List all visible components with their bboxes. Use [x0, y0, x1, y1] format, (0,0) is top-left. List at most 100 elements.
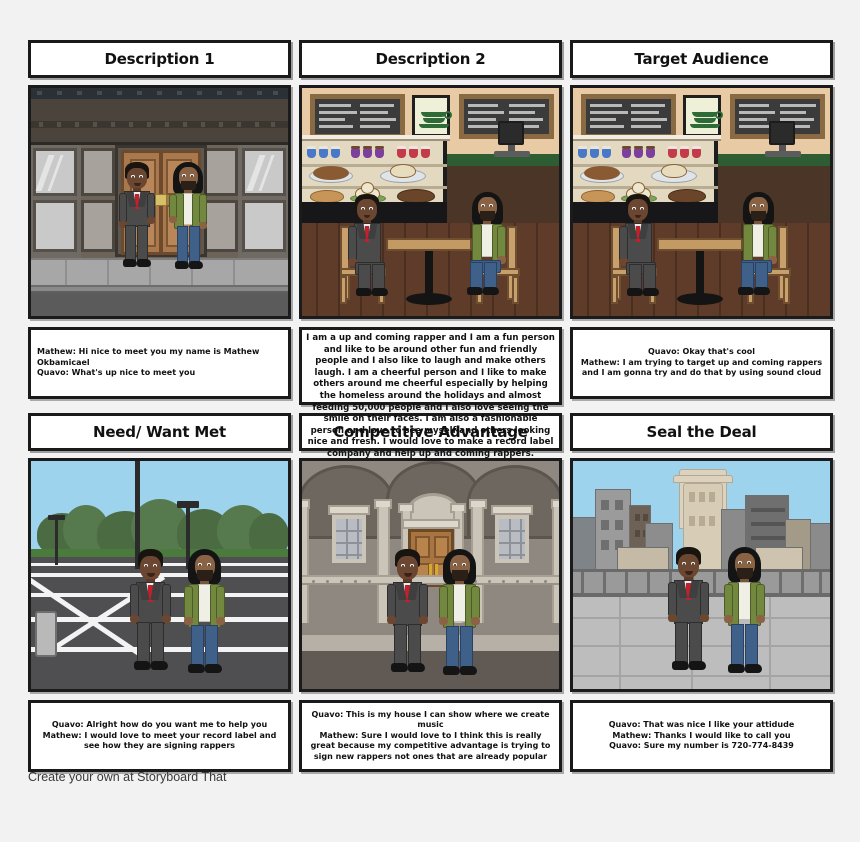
- cupcake-1: [307, 149, 316, 158]
- storefront-awning: [31, 88, 288, 99]
- storyboard-grid: Description 1 Mathew: Hi nice to meet yo…: [28, 40, 834, 780]
- cafe-table-top: [386, 238, 472, 251]
- storefront-panel-right-lower: [204, 200, 238, 252]
- panel-caption-5-text: Quavo: This is my house I can show where…: [310, 709, 551, 761]
- panel-caption-2[interactable]: I am a up and coming rapper and I am a f…: [299, 327, 562, 459]
- storyboard-cell-2[interactable]: Description 2 I am a up and coming rappe…: [299, 40, 562, 459]
- panel-title-3[interactable]: Target Audience: [570, 40, 833, 78]
- storefront-facade: [31, 99, 288, 145]
- storefront-window-left-lower: [33, 200, 77, 252]
- cafe-register-screen[interactable]: [769, 121, 795, 145]
- storyboard-row-2: Need/ Want Met Quavo: Alright how do you…: [28, 413, 834, 772]
- panel-artwork-3[interactable]: [570, 85, 833, 319]
- window-hood-left: [328, 505, 370, 515]
- cupcake-9: [421, 149, 430, 158]
- column-6: [552, 507, 559, 623]
- panel-artwork-4[interactable]: [28, 458, 291, 692]
- cupcake-3: [331, 149, 340, 158]
- cafe-table-base: [406, 293, 452, 305]
- character-quavo-panel2[interactable]: [466, 192, 514, 298]
- building-window-right: [495, 515, 529, 563]
- character-quavo-panel5[interactable]: [438, 549, 482, 675]
- panel-caption-4-text: Quavo: Alright how do you want me to hel…: [42, 720, 277, 751]
- panel-artwork-5[interactable]: [299, 458, 562, 692]
- cafe-register-base: [765, 151, 801, 157]
- panel-title-6[interactable]: Seal the Deal: [570, 413, 833, 451]
- panel-artwork-1[interactable]: [28, 85, 291, 319]
- bread-loaf-2: [668, 189, 706, 203]
- storefront-window-right-lower: [242, 200, 286, 252]
- cupcake-5: [634, 149, 643, 158]
- character-quavo-panel4[interactable]: [183, 549, 227, 673]
- panel-caption-2-text: I am a up and coming rapper and I am a f…: [306, 333, 555, 459]
- cafe-table-base: [677, 293, 723, 305]
- cafe-register-screen[interactable]: [498, 121, 524, 145]
- panel-artwork-2[interactable]: [299, 85, 562, 319]
- light-pole-left: [55, 517, 58, 565]
- cafe-register-base: [494, 151, 530, 157]
- cupcake-4: [351, 149, 360, 158]
- cupcake-8: [680, 149, 689, 158]
- storyboard-row-1: Description 1 Mathew: Hi nice to meet yo…: [28, 40, 834, 459]
- character-mathew-panel5[interactable]: [386, 549, 430, 673]
- panel-title-4-text: Need/ Want Met: [92, 423, 226, 441]
- character-mathew-panel3[interactable]: [617, 194, 665, 298]
- light-lamp-left: [48, 515, 65, 520]
- panel-title-4[interactable]: Need/ Want Met: [28, 413, 291, 451]
- character-mathew-panel1[interactable]: [116, 162, 158, 268]
- character-quavo-panel1[interactable]: [167, 162, 209, 270]
- panel-title-2-text: Description 2: [375, 50, 486, 68]
- storefront-window-left-upper: [33, 148, 77, 196]
- cupcake-7: [668, 149, 677, 158]
- storefront-panel-left-lower: [81, 200, 115, 252]
- panel-caption-3[interactable]: Quavo: Okay that's cool Mathew: I am try…: [570, 327, 833, 399]
- storefront-panel-right: [204, 148, 238, 196]
- cupcake-7: [397, 149, 406, 158]
- cupcake-2: [590, 149, 599, 158]
- cupcake-3: [602, 149, 611, 158]
- panel-caption-6-text: Quavo: That was nice I like your attidud…: [608, 720, 795, 751]
- character-mathew-panel4[interactable]: [129, 549, 173, 671]
- pastry-1: [661, 164, 687, 178]
- cookie-pile: [313, 166, 349, 180]
- character-quavo-panel6[interactable]: [723, 547, 767, 673]
- panel-title-1[interactable]: Description 1: [28, 40, 291, 78]
- panel-caption-6[interactable]: Quavo: That was nice I like your attidud…: [570, 700, 833, 772]
- panel-caption-4[interactable]: Quavo: Alright how do you want me to hel…: [28, 700, 291, 772]
- cupcake-6: [646, 149, 655, 158]
- roll-3: [361, 182, 374, 194]
- pastry-1: [390, 164, 416, 178]
- character-quavo-panel3[interactable]: [737, 192, 785, 298]
- cupcake-4: [622, 149, 631, 158]
- panel-artwork-6[interactable]: [570, 458, 833, 692]
- panel-caption-5[interactable]: Quavo: This is my house I can show where…: [299, 700, 562, 772]
- panel-title-6-text: Seal the Deal: [646, 423, 757, 441]
- storyboard-cell-5[interactable]: Competitive Advantage Quavo: This is my …: [299, 413, 562, 772]
- character-mathew-panel2[interactable]: [346, 194, 394, 298]
- storefront-street: [31, 293, 288, 316]
- storefront-sidewalk: [31, 258, 288, 285]
- panel-title-2[interactable]: Description 2: [299, 40, 562, 78]
- cafe-table-top: [657, 238, 743, 251]
- panel-caption-1-text: Mathew: Hi nice to meet you my name is M…: [37, 347, 260, 378]
- building-window-left: [332, 515, 366, 563]
- storyboard-cell-3[interactable]: Target Audience Quavo: Okay that's cool …: [570, 40, 833, 405]
- cupcake-9: [692, 149, 701, 158]
- skyline-tower-cap: [673, 475, 733, 483]
- building-ledge: [302, 575, 559, 585]
- panel-caption-1[interactable]: Mathew: Hi nice to meet you my name is M…: [28, 327, 291, 399]
- cafe-coffee-cup-picture: [683, 95, 723, 137]
- character-mathew-panel6[interactable]: [667, 547, 711, 671]
- storyboard-cell-6[interactable]: Seal the Deal Quavo: That was nice I lik…: [570, 413, 833, 772]
- building-sidewalk: [302, 633, 559, 651]
- footer-text: Create your own at Storyboard That: [28, 770, 227, 784]
- building-door-hood: [402, 519, 460, 529]
- storyboard-cell-4[interactable]: Need/ Want Met Quavo: Alright how do you…: [28, 413, 291, 772]
- cupcake-1: [578, 149, 587, 158]
- light-lamp-right: [177, 501, 199, 508]
- cupcake-2: [319, 149, 328, 158]
- storyboard-cell-1[interactable]: Description 1 Mathew: Hi nice to meet yo…: [28, 40, 291, 405]
- window-hood-right: [491, 505, 533, 515]
- cookie-pile: [584, 166, 620, 180]
- trash-can: [35, 611, 57, 657]
